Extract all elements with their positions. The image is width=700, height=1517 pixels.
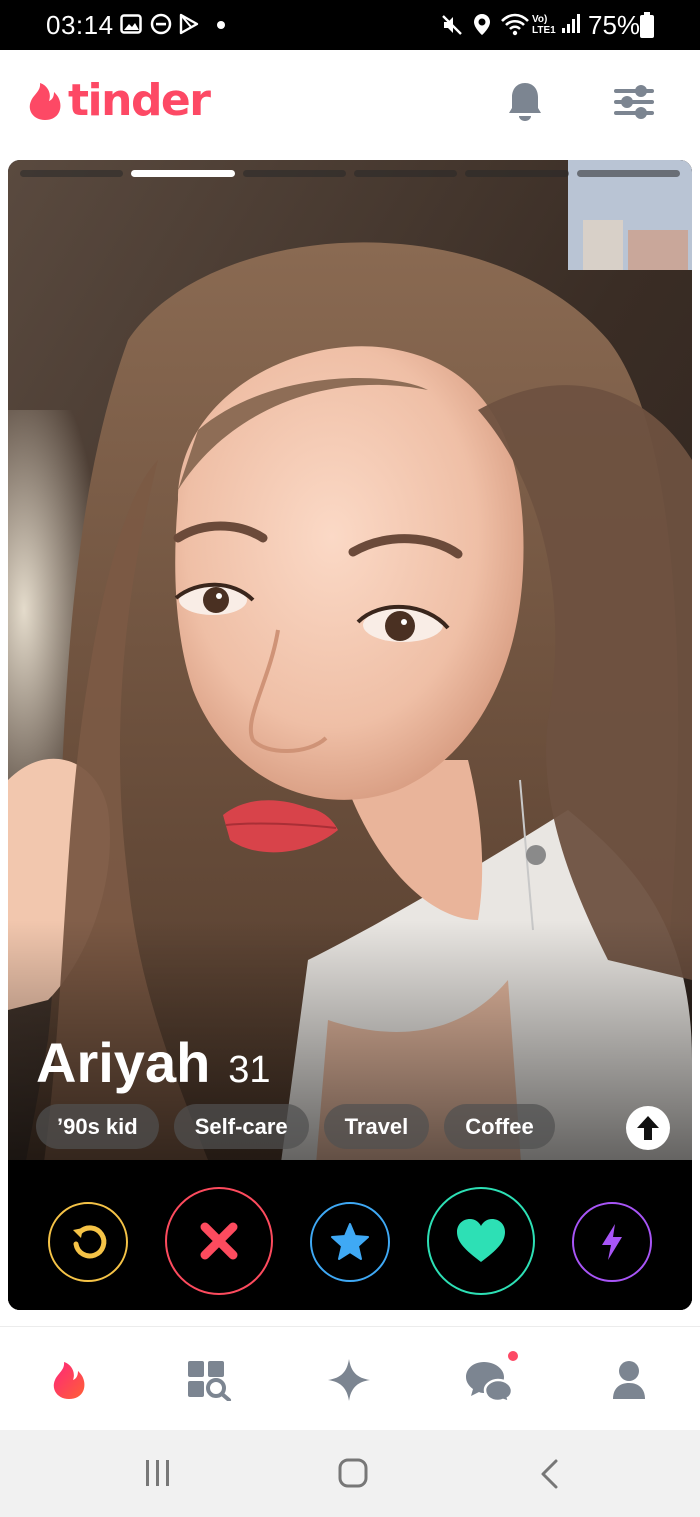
flame-logo-icon xyxy=(29,83,61,120)
home-button[interactable] xyxy=(338,1458,368,1493)
filters-icon xyxy=(614,85,654,119)
user-icon xyxy=(613,1361,645,1399)
open-profile-button[interactable] xyxy=(626,1106,670,1150)
photo-indicator[interactable] xyxy=(576,170,680,177)
status-bar: 03:14 Vo) LTE1 75% xyxy=(0,0,700,50)
do-not-disturb-icon xyxy=(150,13,172,35)
flame-icon xyxy=(53,1362,85,1399)
nav-explore[interactable] xyxy=(184,1355,234,1405)
mute-icon xyxy=(442,15,462,35)
rewind-icon xyxy=(73,1225,107,1259)
status-time: 03:14 xyxy=(46,10,114,40)
rewind-button[interactable] xyxy=(48,1202,128,1282)
system-navigation-bar xyxy=(0,1430,700,1517)
profile-name: Ariyah xyxy=(36,1031,211,1094)
signal-icon xyxy=(562,14,580,33)
interest-chip: Travel xyxy=(323,1104,430,1149)
arrow-up-icon xyxy=(637,1116,659,1140)
photo-indicator[interactable] xyxy=(353,170,458,177)
star-icon xyxy=(331,1223,369,1260)
location-icon xyxy=(474,14,490,35)
explore-icon xyxy=(188,1361,231,1401)
nav-messages[interactable] xyxy=(464,1349,520,1405)
lightning-icon xyxy=(602,1224,622,1260)
notifications-button[interactable] xyxy=(506,80,544,129)
heart-icon xyxy=(457,1219,505,1262)
network-label: Vo) LTE1 xyxy=(532,14,556,36)
back-button[interactable] xyxy=(538,1458,560,1495)
action-buttons xyxy=(8,1182,692,1302)
logo-text: tinder xyxy=(68,75,211,126)
wifi-icon xyxy=(501,13,529,36)
notifications-bell-icon xyxy=(509,83,541,121)
nope-button[interactable] xyxy=(165,1187,273,1295)
profile-age: 31 xyxy=(228,1049,271,1091)
interest-chip: ’90s kid xyxy=(36,1104,159,1149)
messages-badge xyxy=(506,1349,520,1363)
app-header: tinder xyxy=(0,50,700,156)
photo-indicator[interactable] xyxy=(242,170,346,177)
chat-icon xyxy=(466,1362,514,1402)
sparkle-icon xyxy=(328,1359,370,1401)
interest-chip: Coffee xyxy=(444,1104,555,1149)
interest-chip: Self-care xyxy=(173,1104,309,1149)
close-icon xyxy=(200,1222,238,1260)
super-like-button[interactable] xyxy=(310,1202,390,1282)
profile-name-row: Ariyah 31 xyxy=(36,1030,271,1095)
photo-indicator[interactable] xyxy=(465,170,569,177)
photo-indicator[interactable] xyxy=(20,170,124,177)
play-store-icon xyxy=(179,13,199,35)
profile-card[interactable]: Ariyah 31 ’90s kid Self-care Travel Coff… xyxy=(8,160,692,1310)
filters-button[interactable] xyxy=(612,82,656,127)
dot-icon xyxy=(217,21,225,29)
gallery-icon xyxy=(120,14,142,34)
like-button[interactable] xyxy=(427,1187,535,1295)
nav-gold[interactable] xyxy=(324,1355,374,1405)
boost-button[interactable] xyxy=(572,1202,652,1282)
photo-indicator-active[interactable] xyxy=(131,170,235,177)
battery-percent: 75% xyxy=(588,10,641,40)
battery-icon xyxy=(640,12,654,38)
tinder-logo: tinder xyxy=(26,75,211,126)
interest-chips: ’90s kid Self-care Travel Coffee xyxy=(36,1104,555,1149)
recents-button[interactable] xyxy=(144,1458,172,1493)
photo-progress-bars xyxy=(20,170,680,178)
back-icon xyxy=(541,1459,558,1489)
nav-profile[interactable] xyxy=(604,1355,654,1405)
bottom-nav xyxy=(0,1326,700,1430)
recents-icon xyxy=(146,1460,169,1486)
home-icon xyxy=(338,1458,368,1488)
nav-home[interactable] xyxy=(44,1355,94,1405)
